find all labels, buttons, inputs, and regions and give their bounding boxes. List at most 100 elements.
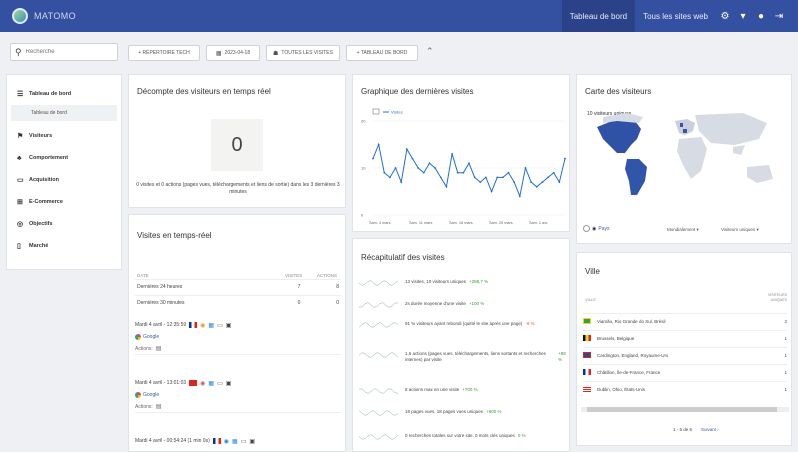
data-point[interactable] (456, 171, 459, 174)
pageview-icon[interactable]: ▤ (156, 403, 162, 410)
data-point[interactable] (518, 195, 521, 198)
segment-button[interactable]: ☗ TOUTES LES VISITES (266, 45, 340, 61)
data-point[interactable] (428, 162, 431, 165)
data-point[interactable] (513, 181, 516, 183)
brand[interactable]: MATOMO (12, 8, 76, 24)
data-point[interactable] (558, 181, 561, 183)
summary-row[interactable]: 1,6 actions (pages vues, téléchargements… (359, 351, 569, 363)
sparkline (359, 280, 399, 286)
summary-row[interactable]: 18 pages vues, 18 pages vues uniques +600… (359, 409, 569, 417)
pageview-icon[interactable]: ▤ (156, 345, 162, 352)
data-point[interactable] (405, 148, 408, 151)
table-row[interactable]: Brussels, Belgique 1 (583, 330, 787, 345)
summary-row[interactable]: 13 visites, 10 visiteurs uniques +288,7 % (359, 279, 569, 287)
nav-dashboard[interactable]: Tableau de bord (561, 0, 636, 32)
visit-entry[interactable]: Mardi 4 avril - 13:01:03 ◉ ▦ ▭ ▣ Google … (135, 377, 341, 413)
map-country-canada[interactable] (603, 113, 643, 123)
data-point[interactable] (372, 157, 374, 160)
sidebar-item-goals[interactable]: ◎ Objectifs (7, 213, 121, 235)
data-point[interactable] (400, 181, 403, 183)
nav-all-sites[interactable]: Tous les sites web (635, 0, 716, 32)
summary-row[interactable]: 2s durée moyenne d'une visite +100 % (359, 301, 569, 309)
data-point[interactable] (422, 171, 425, 174)
horizontal-scrollbar[interactable] (581, 407, 789, 412)
data-point[interactable] (434, 167, 437, 169)
notifications-icon[interactable]: ▾ (734, 0, 752, 32)
map-region-australia[interactable] (747, 165, 773, 183)
data-point[interactable] (541, 181, 544, 183)
map-scope-button[interactable]: ◉ Pays (583, 225, 610, 232)
data-point[interactable] (524, 167, 527, 169)
data-point[interactable] (451, 153, 453, 155)
sidebar-item-market[interactable]: ▯ Marché (7, 235, 121, 257)
map-country-brazil[interactable] (625, 159, 647, 195)
map-region-southeast-asia[interactable] (733, 145, 745, 155)
sidebar-item-ecommerce[interactable]: ⊞ E-Commerce (7, 191, 121, 213)
map-country-usa[interactable] (597, 119, 641, 153)
data-point[interactable] (383, 171, 386, 174)
data-point[interactable] (490, 190, 493, 193)
sidebar-item-behaviour[interactable]: ♣ Comportement (7, 147, 121, 169)
col-unique-visitors[interactable]: VISITEURS UNIQUES (751, 293, 787, 303)
data-point[interactable] (507, 171, 510, 174)
visit-referrer[interactable]: Google (143, 392, 159, 398)
data-point[interactable] (389, 176, 391, 179)
map-region-asia[interactable] (695, 113, 767, 145)
data-point[interactable] (445, 185, 448, 188)
map-region-africa[interactable] (677, 137, 707, 179)
world-map[interactable] (583, 109, 789, 219)
search-input[interactable] (25, 49, 106, 55)
visit-entry[interactable]: Mardi 4 avril - 12:35:59 ◉ ▦ ▭ ▣ Google … (135, 319, 341, 355)
sidebar-item-dashboard[interactable]: ☰ Tableau de bord (7, 83, 121, 105)
data-point[interactable] (377, 143, 380, 146)
data-point[interactable] (479, 181, 482, 183)
data-point[interactable] (547, 176, 549, 179)
help-icon[interactable]: ● (752, 0, 770, 32)
settings-icon[interactable]: ⚙ (716, 0, 734, 32)
data-point[interactable] (462, 171, 465, 174)
collapse-icon[interactable]: ⌃ (426, 46, 434, 57)
data-point[interactable] (439, 176, 442, 179)
add-dashboard-button[interactable]: + TABLEAU DE BORD (346, 45, 418, 61)
data-point[interactable] (496, 176, 499, 179)
legend-label[interactable]: Visites (391, 110, 403, 115)
data-point[interactable] (417, 167, 420, 169)
data-point[interactable] (473, 176, 476, 179)
logout-icon[interactable]: ⇥ (770, 0, 788, 32)
map-country-uk[interactable] (680, 123, 683, 127)
chart-type-icon[interactable] (372, 108, 380, 115)
summary-row[interactable]: 8 actions max en une visite +700 % (359, 387, 569, 395)
table-row[interactable]: Cardington, England, Royaume-Uni 1 (583, 347, 787, 362)
map-country-france[interactable] (683, 129, 687, 133)
visits-line-chart[interactable]: Visites 20 10 0 Sam. 4 mars Sam. 11 mars Sam.… (353, 75, 571, 233)
data-point[interactable] (485, 176, 487, 179)
summary-row[interactable]: 0 recherches totales sur votre site, 0 m… (359, 433, 569, 441)
sidebar-item-acquisition[interactable]: ▭ Acquisition (7, 169, 121, 191)
data-point[interactable] (411, 157, 414, 160)
table-row[interactable]: Dublin, Ohio, États-Unis 1 (583, 381, 787, 396)
data-point[interactable] (394, 167, 397, 169)
table-row[interactable]: Châtillon, Île-de-France, France 1 (583, 364, 787, 379)
next-page-link[interactable]: Suivant › (701, 427, 719, 432)
data-point[interactable] (501, 176, 504, 179)
data-point[interactable] (564, 157, 566, 160)
visit-entry[interactable]: Mardi 4 avril - 00:54:24 (1 min 0s) ◉ ▦ … (135, 435, 341, 447)
sidebar-item-visitors[interactable]: ⚑ Visiteurs (7, 125, 121, 147)
col-city[interactable]: VILLE (585, 297, 596, 302)
data-point[interactable] (552, 171, 555, 174)
region-select[interactable]: Mondialement ▾ (667, 227, 699, 233)
tech-directory-button[interactable]: + RÉPERTOIRE TECH (128, 45, 200, 61)
date-picker-button[interactable]: ▦ 2023-04-18 (206, 45, 260, 61)
visit-referrer[interactable]: Google (143, 334, 159, 340)
series-line-visits (372, 142, 566, 198)
metric-select[interactable]: Visiteurs uniques ▾ (721, 227, 759, 233)
scrollbar-thumb[interactable] (587, 407, 777, 412)
sidebar-subitem-dashboard[interactable]: Tableau de bord (11, 105, 117, 121)
data-point[interactable] (535, 185, 538, 188)
table-row[interactable]: Viamão, Rio Grande do Sul, Brésil 2 (583, 313, 787, 328)
country-flag-icon (189, 380, 198, 386)
summary-row[interactable]: 91 % visiteurs ayant rebondi (quitté le … (359, 321, 569, 329)
search-box[interactable]: ⚲ (10, 43, 118, 61)
data-point[interactable] (530, 181, 533, 183)
data-point[interactable] (468, 162, 470, 165)
